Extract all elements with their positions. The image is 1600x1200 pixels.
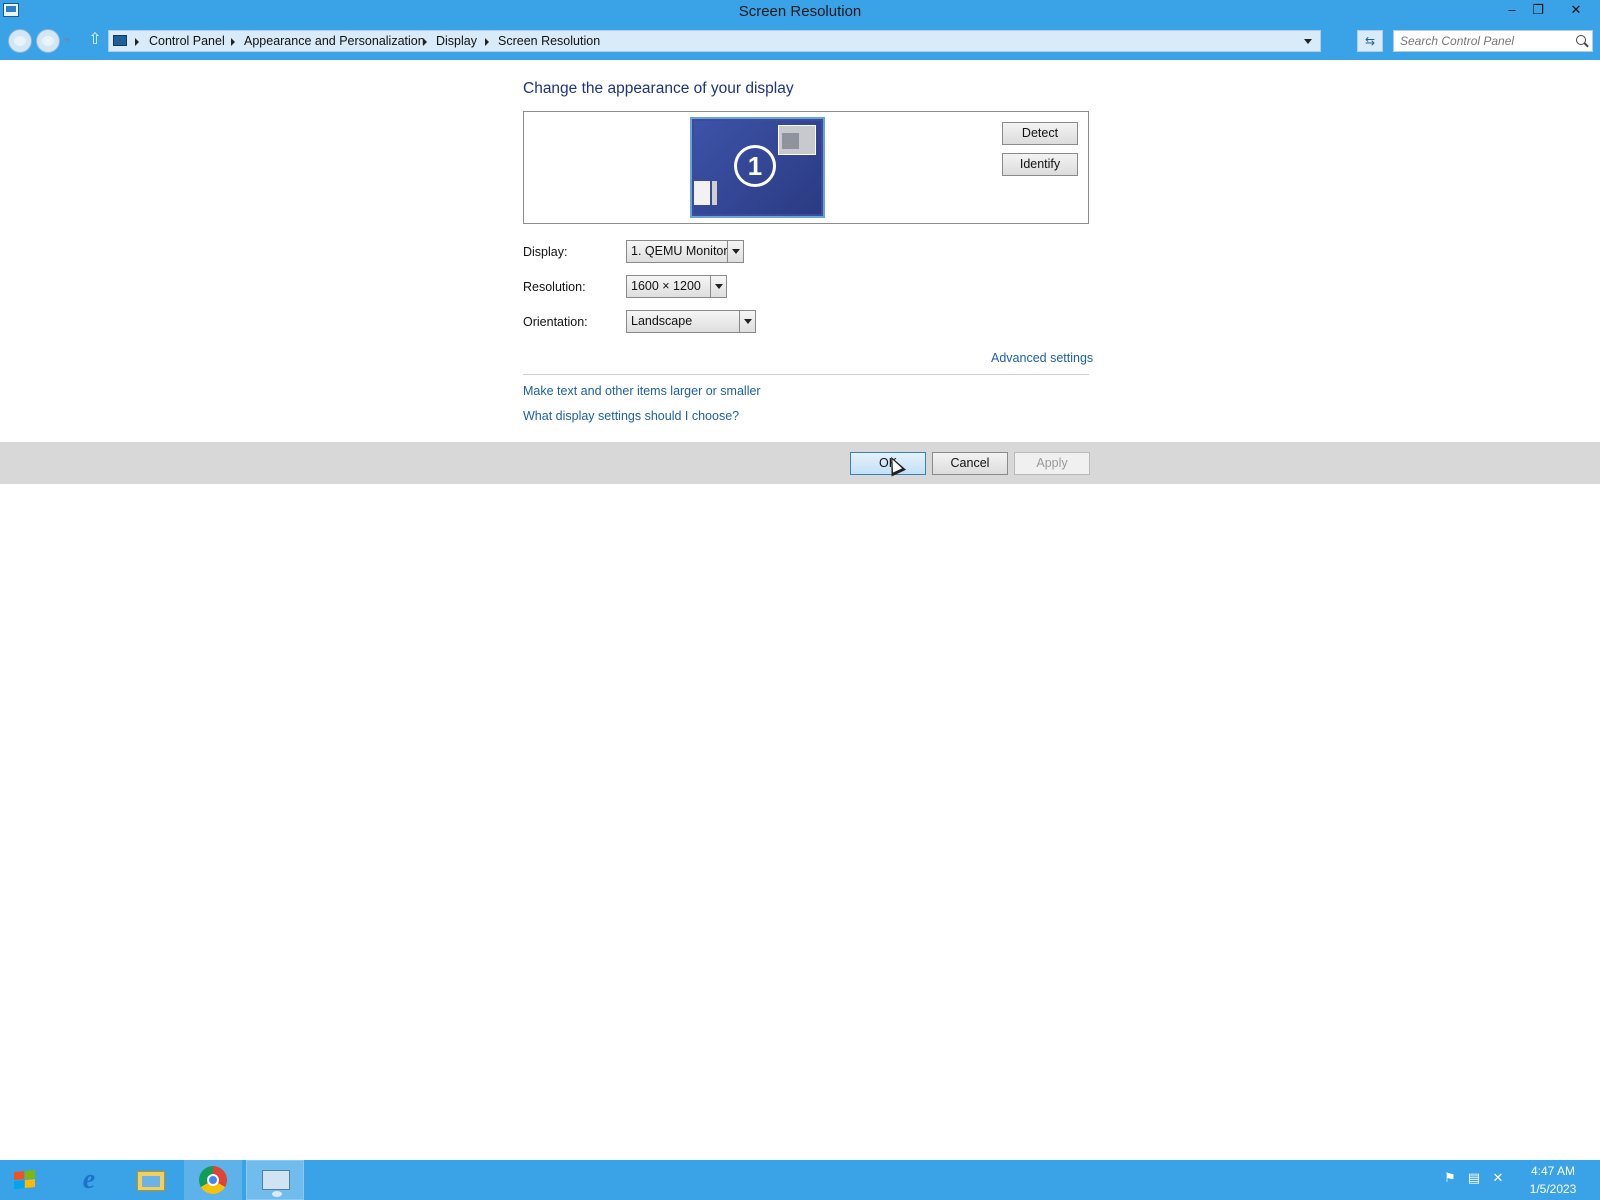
clock-date[interactable]: 1/5/2023 <box>1518 1182 1588 1196</box>
breadcrumb-separator-icon[interactable] <box>135 38 139 46</box>
address-bar[interactable]: Control Panel Appearance and Personaliza… <box>108 30 1321 52</box>
monitor-1-tile[interactable]: 1 <box>690 117 825 218</box>
breadcrumb-appearance-and-personalization[interactable]: Appearance and Personalization <box>244 31 425 51</box>
breadcrumb-display[interactable]: Display <box>436 31 477 51</box>
display-settings-help-link[interactable]: What display settings should I choose? <box>523 409 739 423</box>
resolution-select-value: 1600 × 1200 <box>631 279 701 293</box>
chevron-down-icon[interactable] <box>739 311 755 332</box>
dialog-footer <box>0 442 1600 484</box>
window-graphic-icon <box>778 125 816 155</box>
resolution-select[interactable]: 1600 × 1200 <box>626 275 727 298</box>
flag-icon[interactable]: ⚑ <box>1442 1170 1458 1186</box>
search-icon[interactable] <box>1576 35 1586 45</box>
display-label: Display: <box>523 245 568 259</box>
address-dropdown-icon[interactable] <box>1304 39 1312 44</box>
breadcrumb-separator-icon[interactable] <box>231 38 235 46</box>
detect-button[interactable]: Detect <box>1002 122 1078 145</box>
file-explorer-taskbar-item[interactable] <box>122 1160 180 1200</box>
clock-time[interactable]: 4:47 AM <box>1518 1164 1588 1178</box>
display-select-value: 1. QEMU Monitor <box>631 244 728 258</box>
page-title: Change the appearance of your display <box>523 80 794 97</box>
windows-logo-icon <box>14 1169 36 1190</box>
recent-locations-dropdown-icon[interactable] <box>64 38 70 42</box>
breadcrumb-control-panel[interactable]: Control Panel <box>149 31 225 51</box>
text-size-link[interactable]: Make text and other items larger or smal… <box>523 384 761 398</box>
search-input[interactable] <box>1400 33 1560 49</box>
display-select[interactable]: 1. QEMU Monitor <box>626 240 744 263</box>
start-button[interactable] <box>0 1160 52 1200</box>
restore-button[interactable]: ❐ <box>1526 0 1550 20</box>
apply-button[interactable]: Apply <box>1014 452 1090 475</box>
search-box[interactable] <box>1393 30 1593 52</box>
up-arrow-icon[interactable]: ⇧ <box>88 32 102 48</box>
divider <box>523 374 1089 375</box>
orientation-label: Orientation: <box>523 315 588 329</box>
chevron-down-icon[interactable] <box>710 276 726 297</box>
monitor-number-badge: 1 <box>734 145 776 187</box>
internet-explorer-icon: e <box>82 1164 96 1195</box>
chrome-taskbar-item[interactable] <box>184 1160 242 1200</box>
orientation-select-value: Landscape <box>631 314 693 328</box>
taskbar: e <box>0 1160 1600 1200</box>
document-graphic-icon <box>694 181 717 205</box>
refresh-button[interactable]: ⇆ <box>1357 30 1383 52</box>
close-button[interactable]: ✕ <box>1564 0 1588 20</box>
breadcrumb-separator-icon[interactable] <box>423 38 427 46</box>
speaker-muted-icon[interactable]: ✕ <box>1490 1170 1506 1186</box>
resolution-label: Resolution: <box>523 280 586 294</box>
navigation-bar: ⇧ Control Panel Appearance and Personali… <box>0 24 1600 60</box>
forward-button[interactable] <box>36 29 60 53</box>
cancel-button[interactable]: Cancel <box>932 452 1008 475</box>
advanced-settings-link[interactable]: Advanced settings <box>991 351 1093 365</box>
chevron-down-icon[interactable] <box>727 241 743 262</box>
file-explorer-icon <box>137 1171 165 1191</box>
control-panel-icon <box>262 1170 290 1197</box>
breadcrumb-separator-icon[interactable] <box>485 38 489 46</box>
network-icon[interactable]: ▤ <box>1466 1170 1482 1186</box>
back-button[interactable] <box>8 29 32 53</box>
orientation-select[interactable]: Landscape <box>626 310 756 333</box>
chrome-icon <box>199 1166 227 1194</box>
internet-explorer-taskbar-item[interactable]: e <box>60 1160 118 1200</box>
breadcrumb-screen-resolution[interactable]: Screen Resolution <box>498 31 600 51</box>
control-panel-icon <box>113 35 127 46</box>
identify-button[interactable]: Identify <box>1002 153 1078 176</box>
control-panel-taskbar-item[interactable] <box>246 1160 304 1200</box>
minimize-button[interactable]: – <box>1500 0 1524 20</box>
window-title: Screen Resolution <box>738 3 862 20</box>
